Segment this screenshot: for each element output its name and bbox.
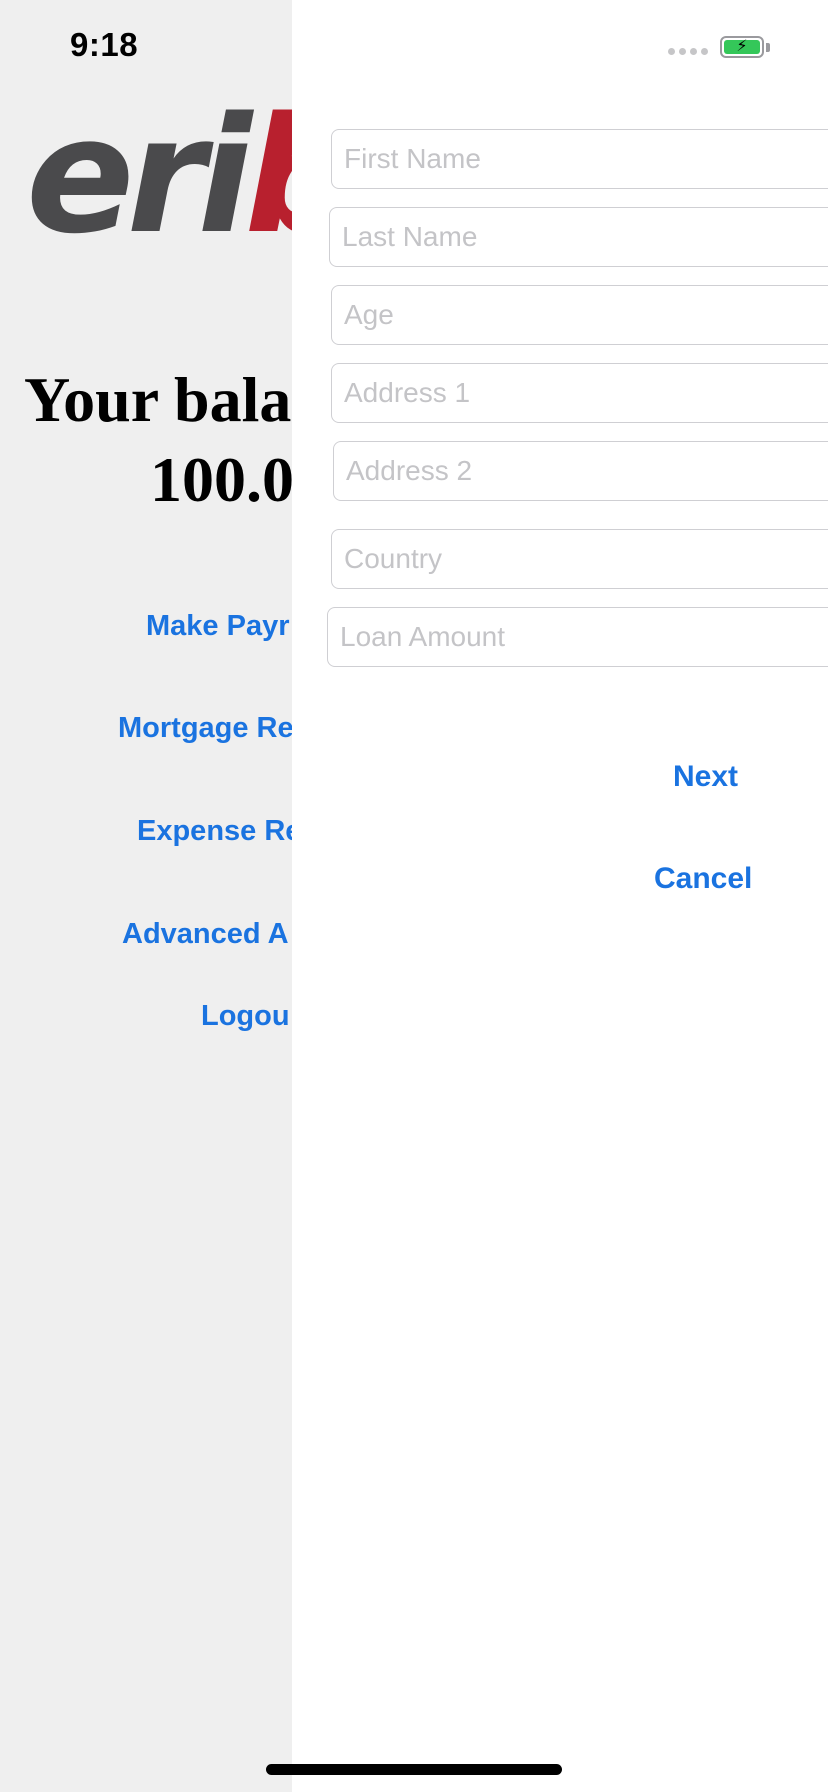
background-screen: 9:18 eribc Your bala 100.0 Make Payr Mor… xyxy=(0,0,292,1792)
battery-charging-icon: ⚡ xyxy=(720,36,764,58)
logo-text-red: bc xyxy=(244,82,292,269)
status-time: 9:18 xyxy=(70,26,139,63)
signal-dots-icon xyxy=(668,48,708,55)
logout-button[interactable]: Logou xyxy=(201,1000,290,1033)
next-button[interactable]: Next xyxy=(673,760,738,794)
home-indicator[interactable] xyxy=(266,1764,562,1775)
last-name-field[interactable] xyxy=(329,207,828,267)
address-1-field[interactable] xyxy=(331,363,828,423)
status-indicators: ⚡ xyxy=(668,36,828,66)
loan-form-sheet: ⚡ Next Cancel xyxy=(292,0,828,1792)
battery-tip xyxy=(766,43,770,52)
expense-report-button[interactable]: Expense Re xyxy=(137,815,292,848)
balance-amount: 100.0 xyxy=(150,444,292,515)
app-screen: 9:18 eribc Your bala 100.0 Make Payr Mor… xyxy=(0,0,828,1792)
logo-text-gray: eri xyxy=(26,82,252,269)
age-field[interactable] xyxy=(331,285,828,345)
advanced-account-button[interactable]: Advanced A xyxy=(122,918,289,951)
balance-label: Your bala xyxy=(24,364,292,435)
country-field[interactable] xyxy=(331,529,828,589)
address-2-field[interactable] xyxy=(333,441,828,501)
mortgage-request-button[interactable]: Mortgage Re xyxy=(118,712,292,745)
bank-logo: eribc xyxy=(26,96,292,256)
first-name-field[interactable] xyxy=(331,129,828,189)
make-payment-button[interactable]: Make Payr xyxy=(146,610,290,643)
loan-amount-field[interactable] xyxy=(327,607,828,667)
cancel-button[interactable]: Cancel xyxy=(654,862,752,896)
